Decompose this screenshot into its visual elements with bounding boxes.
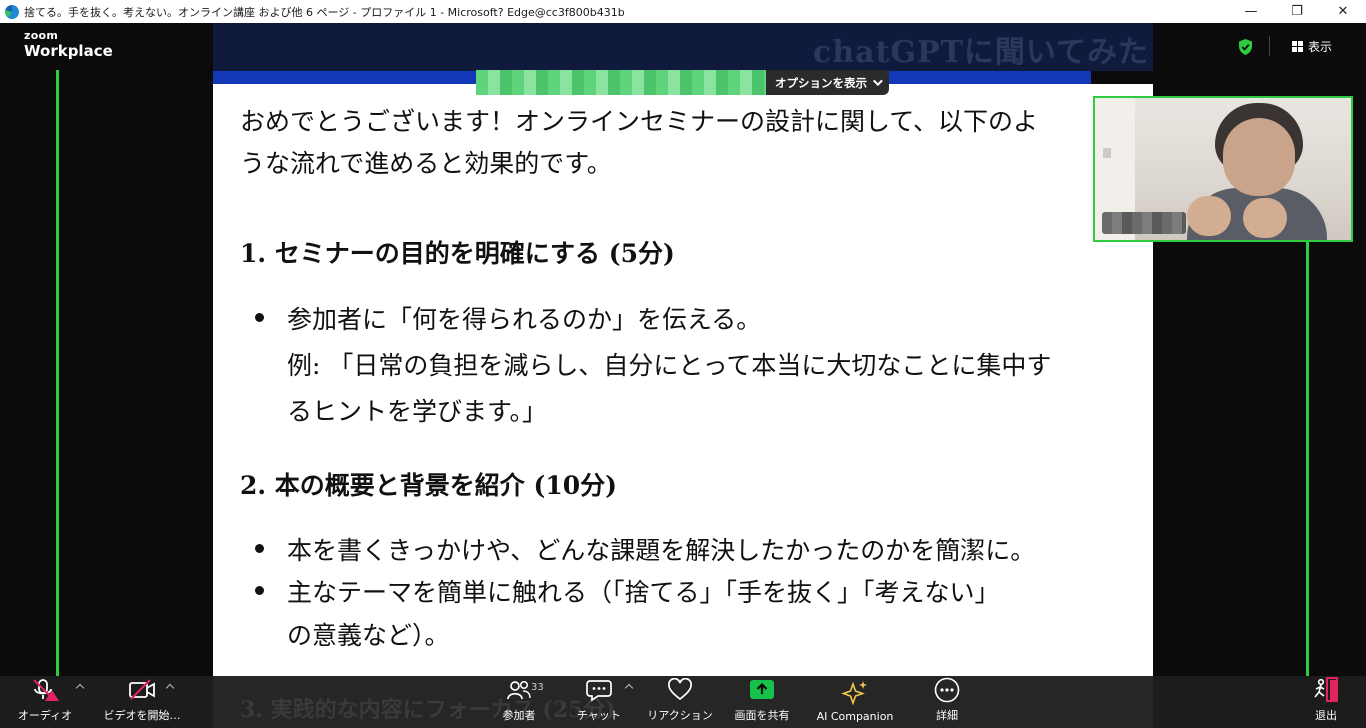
participant-name-label bbox=[1102, 212, 1186, 234]
minimize-button[interactable]: — bbox=[1228, 0, 1274, 23]
heart-icon bbox=[668, 678, 692, 701]
audio-label: オーディオ bbox=[17, 709, 73, 722]
reactions-button[interactable]: リアクション bbox=[645, 676, 715, 728]
share-screen-icon bbox=[750, 680, 774, 699]
window-title: 捨てる。手を抜く。考えない。オンライン講座 および他 6 ページ - プロファイ… bbox=[24, 5, 625, 19]
ai-label: AI Companion bbox=[816, 710, 894, 723]
video-off-icon bbox=[129, 679, 155, 700]
slide-next-section-text: 3. 実践的な内容にフォーカス (25分) bbox=[240, 697, 616, 723]
slide-header-text: chatGPTに聞いてみた bbox=[813, 35, 1149, 70]
view-button[interactable]: 表示 bbox=[1292, 38, 1332, 55]
more-label: 詳細 bbox=[936, 709, 958, 722]
slide-header-bar: chatGPTに聞いてみた bbox=[213, 23, 1153, 71]
participants-label: 参加者 bbox=[502, 709, 536, 722]
logo-zoom-text: zoom bbox=[24, 29, 59, 42]
view-options-button[interactable]: オプションを表示 bbox=[766, 70, 889, 95]
bullet-icon bbox=[255, 586, 264, 595]
leave-button[interactable]: 退出 bbox=[1306, 676, 1346, 728]
participant-hand bbox=[1243, 198, 1287, 238]
leave-exit-icon bbox=[1314, 677, 1338, 702]
slide-intro-line1: おめでとうございます！オンラインセミナーの設計に関して、以下のよ bbox=[240, 107, 1039, 136]
share-border-left bbox=[56, 70, 59, 676]
zoom-meeting-window: 捨てる。手を抜く。考えない。オンライン講座 および他 6 ページ - プロファイ… bbox=[0, 0, 1366, 728]
meeting-controls-toolbar: 3. 実践的な内容にフォーカス (25分) オーディオ ビデオを開始… 参加者 … bbox=[0, 676, 1366, 728]
more-button[interactable]: 詳細 bbox=[922, 676, 972, 728]
audio-button[interactable]: オーディオ bbox=[16, 676, 74, 728]
shield-check-icon[interactable] bbox=[1238, 39, 1253, 55]
slide-section2-title: 2. 本の概要と背景を紹介 (10分) bbox=[240, 471, 617, 500]
more-dots-icon bbox=[934, 677, 960, 703]
logo-workplace-text: Workplace bbox=[24, 42, 113, 60]
share-border-right bbox=[1306, 242, 1309, 676]
participant-video-thumbnail[interactable] bbox=[1093, 96, 1353, 242]
chat-button[interactable]: チャット bbox=[574, 676, 624, 728]
zoom-workplace-logo: zoom Workplace bbox=[24, 29, 113, 61]
slide-section2-bullet1: 本を書くきっかけや、どんな課題を解決したかったのかを簡潔に。 bbox=[287, 536, 1036, 565]
view-options-label: オプションを表示 bbox=[775, 75, 867, 90]
chat-label: チャット bbox=[577, 709, 621, 722]
slide-section1-title: 1. セミナーの目的を明確にする (5分) bbox=[240, 239, 675, 268]
muted-microphone-icon bbox=[33, 679, 59, 701]
share-label: 画面を共有 bbox=[734, 709, 790, 722]
participant-hand bbox=[1187, 196, 1231, 236]
grid-view-icon bbox=[1292, 41, 1303, 52]
bullet-icon bbox=[255, 544, 264, 553]
start-video-button[interactable]: ビデオを開始… bbox=[98, 676, 186, 728]
close-button[interactable]: ✕ bbox=[1320, 0, 1366, 23]
slide-section2-bullet2-line1: 主なテーマを簡単に触れる（「捨てる」「手を抜く」「考えない」 bbox=[287, 578, 1000, 607]
reactions-label: リアクション bbox=[647, 709, 713, 722]
slide-intro-line2: うな流れで進めると効果的です。 bbox=[240, 149, 612, 178]
shared-screen-slide: おめでとうございます！オンラインセミナーの設計に関して、以下のよ うな流れで進め… bbox=[213, 84, 1153, 676]
browser-title-bar: 捨てる。手を抜く。考えない。オンライン講座 および他 6 ページ - プロファイ… bbox=[0, 0, 1366, 23]
view-label: 表示 bbox=[1308, 40, 1333, 54]
participants-count: 33 bbox=[531, 682, 544, 693]
toolbar-divider bbox=[1269, 36, 1270, 56]
restore-button[interactable]: ❐ bbox=[1274, 0, 1320, 23]
leave-label: 退出 bbox=[1315, 709, 1337, 722]
slide-section1-example-line2: るヒントを学びます。」 bbox=[287, 397, 548, 426]
video-label: ビデオを開始… bbox=[103, 709, 181, 722]
audio-options-caret[interactable] bbox=[75, 683, 85, 693]
chat-bubble-icon bbox=[586, 680, 612, 702]
participants-icon bbox=[507, 680, 531, 700]
bullet-icon bbox=[255, 313, 264, 322]
slide-section2-bullet2-line2: の意義など）。 bbox=[287, 621, 450, 650]
participant-face bbox=[1223, 118, 1295, 196]
edge-logo-icon bbox=[5, 4, 19, 19]
slide-section1-bullet: 参加者に「何を得られるのか」を伝える。 bbox=[287, 305, 762, 334]
slide-section1-example-line1: 例: 「日常の負担を減らし、自分にとって本当に大切なことに集中す bbox=[287, 351, 1052, 380]
sparkle-icon bbox=[841, 681, 867, 706]
sharer-name-banner bbox=[476, 70, 766, 95]
chevron-down-icon bbox=[872, 76, 883, 87]
share-screen-button[interactable]: 画面を共有 bbox=[728, 676, 796, 728]
ai-companion-button[interactable]: AI Companion bbox=[810, 676, 900, 728]
